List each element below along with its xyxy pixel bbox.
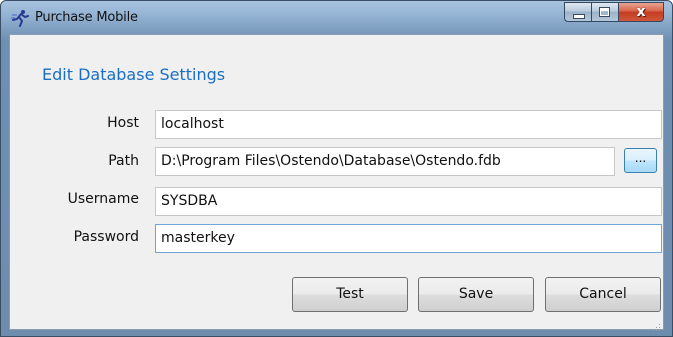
- password-label: Password: [73, 229, 139, 245]
- host-label: Host: [107, 115, 139, 131]
- username-label: Username: [67, 191, 139, 207]
- path-label: Path: [108, 153, 139, 169]
- cancel-button[interactable]: Cancel: [545, 277, 661, 312]
- window-title: Purchase Mobile: [35, 10, 138, 25]
- close-icon: x: [636, 4, 646, 20]
- dialog-body: Edit Database Settings Host localhost Pa…: [9, 34, 664, 331]
- test-button[interactable]: Test: [292, 277, 408, 312]
- browse-button[interactable]: ...: [624, 148, 657, 173]
- minimize-button[interactable]: [564, 2, 591, 22]
- close-button[interactable]: x: [618, 2, 664, 22]
- page-title: Edit Database Settings: [42, 65, 226, 84]
- save-button[interactable]: Save: [418, 277, 534, 312]
- caption-buttons: x: [564, 2, 664, 23]
- title-bar[interactable]: Purchase Mobile x: [1, 1, 672, 34]
- maximize-icon: [599, 7, 610, 17]
- password-input[interactable]: masterkey: [155, 224, 662, 253]
- path-input[interactable]: D:\Program Files\Ostendo\Database\Ostend…: [155, 147, 615, 176]
- username-input[interactable]: SYSDBA: [155, 187, 662, 216]
- host-input[interactable]: localhost: [155, 110, 662, 139]
- maximize-button[interactable]: [591, 2, 618, 22]
- resize-grip-icon[interactable]: [651, 317, 661, 331]
- runner-icon: [10, 9, 30, 27]
- app-window: Purchase Mobile x Edit Database Settings…: [0, 0, 673, 337]
- minimize-icon: [573, 14, 585, 19]
